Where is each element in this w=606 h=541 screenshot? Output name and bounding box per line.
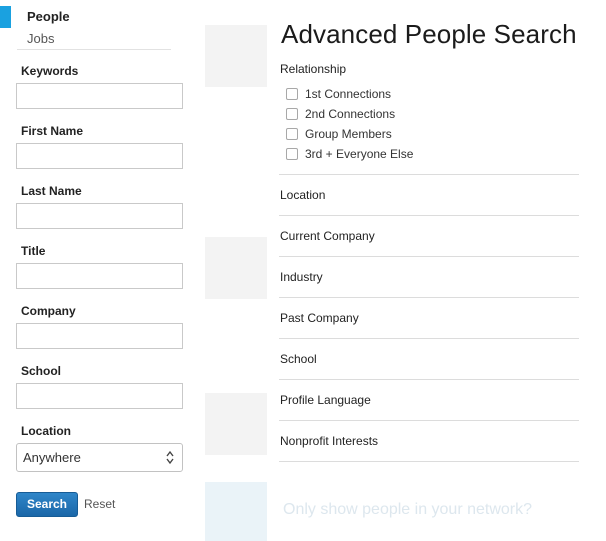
facet-nonprofit-interests[interactable]: Nonprofit Interests: [280, 434, 378, 448]
facet-divider: [279, 215, 579, 216]
relationship-label: Relationship: [280, 62, 347, 76]
background-avatar: [205, 393, 267, 455]
checkbox-label: Group Members: [305, 127, 392, 141]
facet-divider: [279, 174, 579, 175]
tab-jobs[interactable]: Jobs: [27, 31, 54, 46]
last-name-input[interactable]: [16, 203, 183, 229]
facet-divider: [279, 338, 579, 339]
search-sidebar: People Jobs Keywords First Name Last Nam…: [0, 0, 196, 541]
reset-link[interactable]: Reset: [84, 497, 115, 511]
location-select[interactable]: Anywhere: [16, 443, 183, 472]
school-input[interactable]: [16, 383, 183, 409]
keywords-label: Keywords: [21, 64, 79, 78]
title-label: Title: [21, 244, 46, 258]
checkbox[interactable]: [286, 148, 298, 160]
school-label: School: [21, 364, 62, 378]
search-button[interactable]: Search: [16, 492, 78, 517]
location-label: Location: [21, 424, 71, 438]
facet-location[interactable]: Location: [280, 188, 325, 202]
tab-people[interactable]: People: [27, 9, 70, 24]
checkbox-label: 3rd + Everyone Else: [305, 147, 414, 161]
checkbox[interactable]: [286, 88, 298, 100]
background-banner-text: Only show people in your network?: [283, 501, 533, 518]
background-avatar: [205, 25, 267, 87]
company-label: Company: [21, 304, 76, 318]
checkbox-label: 1st Connections: [305, 87, 392, 101]
select-arrows-icon: [166, 450, 174, 465]
checkbox[interactable]: [286, 128, 298, 140]
background-filter-icon: [205, 482, 267, 541]
facet-past-company[interactable]: Past Company: [280, 311, 359, 325]
keywords-input[interactable]: [16, 83, 183, 109]
location-selected-value: Anywhere: [23, 450, 81, 465]
last-name-label: Last Name: [21, 184, 82, 198]
tab-divider: [17, 49, 171, 50]
facet-industry[interactable]: Industry: [280, 270, 323, 284]
page-title: Advanced People Search: [281, 19, 577, 49]
company-input[interactable]: [16, 323, 183, 349]
active-tab-indicator: [0, 6, 11, 28]
title-input[interactable]: [16, 263, 183, 289]
facet-school[interactable]: School: [280, 352, 317, 366]
facet-profile-language[interactable]: Profile Language: [280, 393, 371, 407]
facet-divider: [279, 297, 579, 298]
first-name-input[interactable]: [16, 143, 183, 169]
background-avatar: [205, 237, 267, 299]
checkbox[interactable]: [286, 108, 298, 120]
facet-divider: [279, 379, 579, 380]
facet-divider: [279, 256, 579, 257]
facet-divider: [279, 461, 579, 462]
facet-divider: [279, 420, 579, 421]
first-name-label: First Name: [21, 124, 84, 138]
facet-current-company[interactable]: Current Company: [280, 229, 375, 243]
checkbox-label: 2nd Connections: [305, 107, 396, 121]
